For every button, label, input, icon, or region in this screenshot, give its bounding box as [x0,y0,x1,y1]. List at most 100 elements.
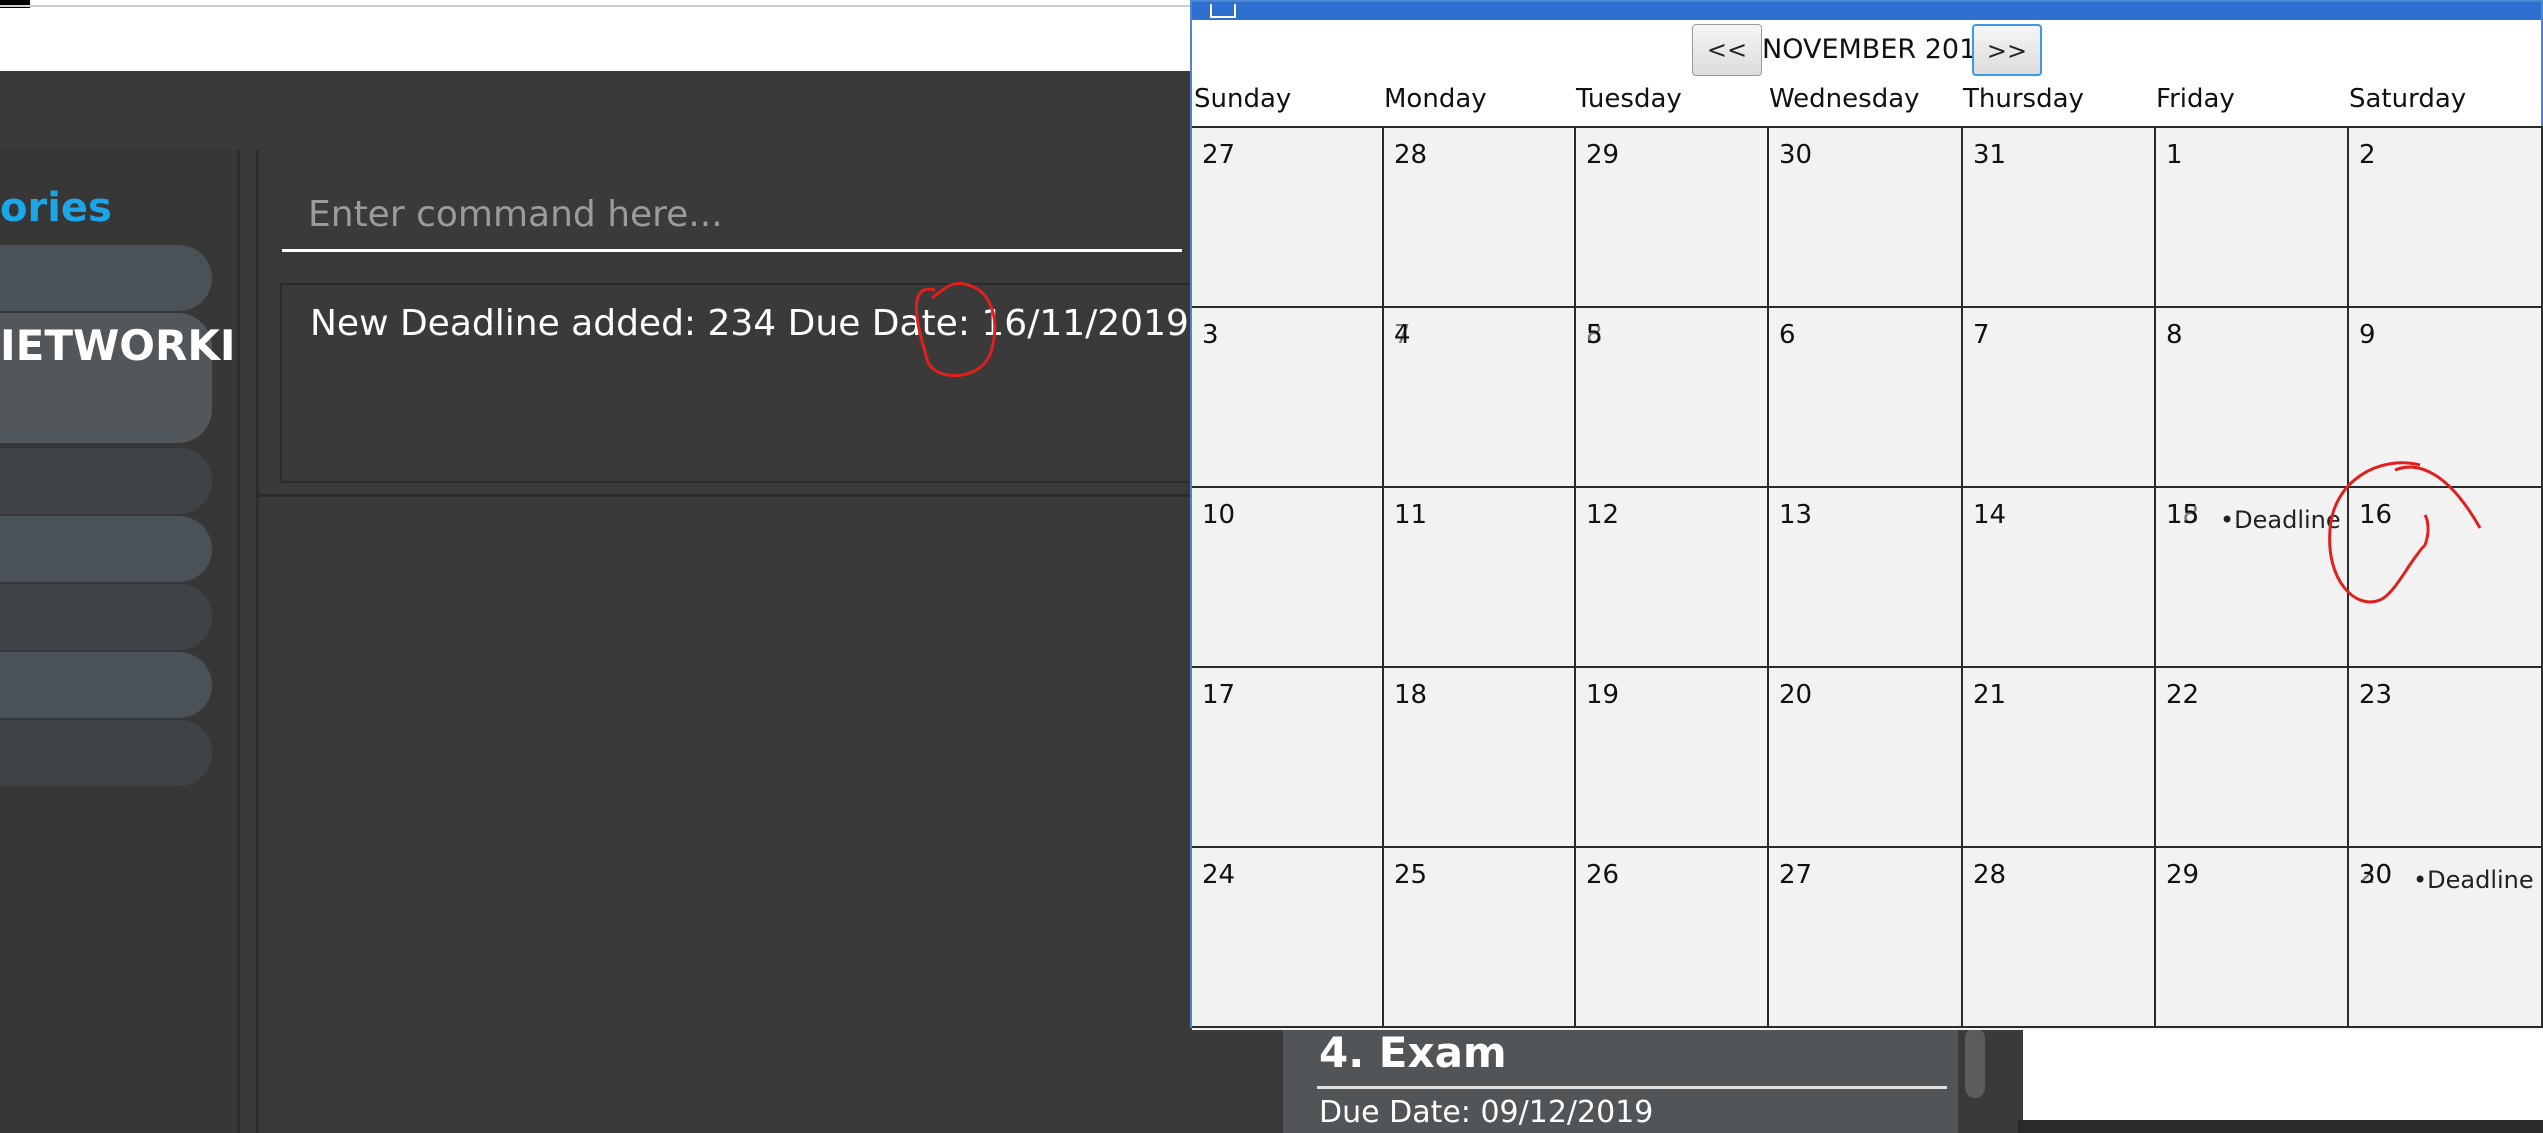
calendar-day-cell[interactable]: 6 [1769,308,1963,488]
day-number: 28 [1394,140,1428,170]
day-number: 12 [1586,500,1620,530]
calendar-day-cell[interactable]: 30 20 •Deadline [2349,848,2543,1028]
sidebar-item-4[interactable] [0,516,212,582]
calendar-day-cell[interactable]: 30 [1769,128,1963,308]
calendar-window: << NOVEMBER 2019 >> Sunday Monday Tuesday W… [1190,0,2543,1030]
day-number: 10 [1202,500,1236,530]
calendar-day-cell[interactable]: 28 [1384,128,1576,308]
day-number: 14 [1973,500,2007,530]
result-message: New Deadline added: 234 Due Date: 16/11/… [310,303,1189,344]
list-item-divider [1317,1086,1947,1089]
day-number: 29 [2166,860,2200,890]
weekday-monday: Monday [1384,84,1487,114]
sidebar-item-networking[interactable]: IETWORKI [0,313,236,443]
calendar-day-cell[interactable]: 31 [1963,128,2156,308]
day-number: 7 [1973,320,1990,350]
calendar-day-cell[interactable]: 58 [1576,308,1769,488]
day-number: 11 [1394,500,1428,530]
calendar-day-cell[interactable]: 9 [2349,308,2543,488]
prev-month-button[interactable]: << [1692,24,1762,76]
month-label: NOVEMBER 2019 [1762,34,1994,65]
bottom-edge-bar [2018,1120,2543,1133]
day-number: 8 [2166,320,2183,350]
day-number-overlap: 7 [1394,320,1411,350]
calendar-day-cell[interactable]: 11 [1384,488,1576,668]
weekday-friday: Friday [2156,84,2235,114]
calendar-day-cell[interactable]: 15 18 •Deadline [2156,488,2349,668]
calendar-day-cell[interactable]: 27 [1192,128,1384,308]
calendar-day-cell[interactable]: 2 [2349,128,2543,308]
weekday-saturday: Saturday [2349,84,2467,114]
sidebar-item-1[interactable] [0,245,212,311]
calendar-day-cell[interactable]: 10 [1192,488,1384,668]
sidebar-item-3[interactable] [0,448,212,514]
calendar-day-cell[interactable]: 28 [1963,848,2156,1028]
day-number-overlap: 8 [1586,320,1603,350]
calendar-event-label[interactable]: •Deadline [2413,866,2534,894]
day-number: 29 [1586,140,1620,170]
calendar-day-cell[interactable]: 29 [1576,128,1769,308]
calendar-day-cell[interactable]: 23 [2349,668,2543,848]
day-number: 3 [1202,320,1219,350]
day-number: 22 [2166,680,2200,710]
calendar-day-cell[interactable]: 16 [2349,488,2543,668]
calendar-day-cell[interactable]: 18 [1384,668,1576,848]
calendar-day-cell[interactable]: 26 [1576,848,1769,1028]
top-border-line [0,5,1200,7]
sidebar-title: ories [0,185,112,231]
day-number: 18 [1394,680,1428,710]
calendar-day-cell[interactable]: 8 [2156,308,2349,488]
command-input[interactable] [282,180,1182,252]
day-number: 23 [2359,680,2393,710]
day-number: 27 [1779,860,1813,890]
list-item-title: 4. Exam [1319,1028,1507,1077]
day-number: 1 [2166,140,2183,170]
weekday-thursday: Thursday [1963,84,2084,114]
calendar-day-cell[interactable]: 27 [1769,848,1963,1028]
calendar-titlebar [1192,2,2541,20]
panel-divider [256,494,1256,497]
calendar-event-label[interactable]: •Deadline [2220,506,2341,534]
list-scrollbar[interactable] [1965,1028,1985,1098]
category-sidebar: ories IETWORKI [0,150,240,1133]
day-number: 25 [1394,860,1428,890]
day-number-overlap: 18 [2166,500,2200,530]
calendar-day-cell[interactable]: 21 [1963,668,2156,848]
sidebar-item-6[interactable] [0,652,212,718]
calendar-day-cell[interactable]: 20 [1769,668,1963,848]
list-item-due-date: Due Date: 09/12/2019 [1319,1095,1654,1130]
day-number: 24 [1202,860,1236,890]
weekday-tuesday: Tuesday [1576,84,1682,114]
calendar-grid: 27 28 29 30 31 1 2 3 4 7 5 8 6 7 8 9 10 11 12 13 14 15 18 •Dead… [1192,126,2543,1030]
list-item[interactable]: 4. Exam Due Date: 09/12/2019 [1283,1020,1958,1133]
day-number: 2 [2359,140,2376,170]
calendar-day-cell[interactable]: 17 [1192,668,1384,848]
sidebar-item-5[interactable] [0,584,212,650]
calendar-day-cell[interactable]: 22 [2156,668,2349,848]
calendar-day-cell[interactable]: 14 [1963,488,2156,668]
day-number: 13 [1779,500,1813,530]
day-number: 17 [1202,680,1236,710]
calendar-day-cell[interactable]: 7 [1963,308,2156,488]
day-number: 28 [1973,860,2007,890]
day-number: 20 [1779,680,1813,710]
day-number: 27 [1202,140,1236,170]
sidebar-item-label: IETWORKI [0,321,236,370]
calendar-day-cell[interactable]: 3 [1192,308,1384,488]
calendar-day-cell[interactable]: 25 [1384,848,1576,1028]
calendar-day-cell[interactable]: 29 [2156,848,2349,1028]
day-number: 31 [1973,140,2007,170]
day-number: 30 [1779,140,1813,170]
day-number: 21 [1973,680,2007,710]
calendar-day-cell[interactable]: 1 [2156,128,2349,308]
calendar-day-cell[interactable]: 47 [1384,308,1576,488]
calendar-day-cell[interactable]: 12 [1576,488,1769,668]
calendar-day-cell[interactable]: 19 [1576,668,1769,848]
day-number: 9 [2359,320,2376,350]
window-icon [1210,4,1236,18]
calendar-day-cell[interactable]: 13 [1769,488,1963,668]
calendar-day-cell[interactable]: 24 [1192,848,1384,1028]
sidebar-item-7[interactable] [0,720,212,786]
next-month-button[interactable]: >> [1972,24,2042,76]
result-display: New Deadline added: 234 Due Date: 16/11/… [280,283,1234,483]
